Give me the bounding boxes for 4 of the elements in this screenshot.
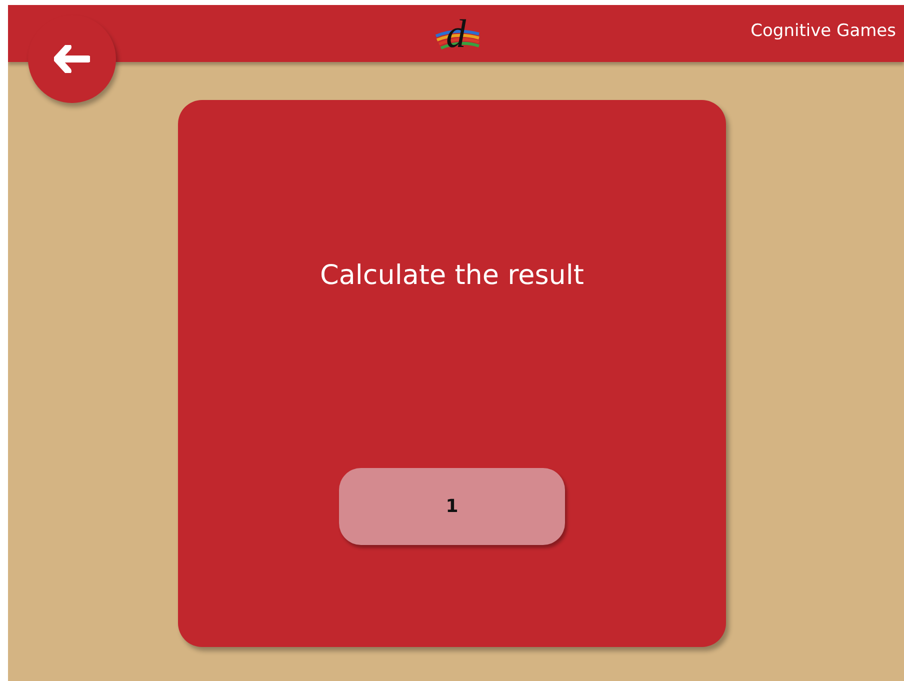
app-title: Cognitive Games — [750, 21, 896, 41]
answer-button[interactable]: 1 — [339, 468, 565, 545]
prompt-text: Calculate the result — [320, 260, 584, 291]
back-arrow-icon — [54, 45, 90, 73]
